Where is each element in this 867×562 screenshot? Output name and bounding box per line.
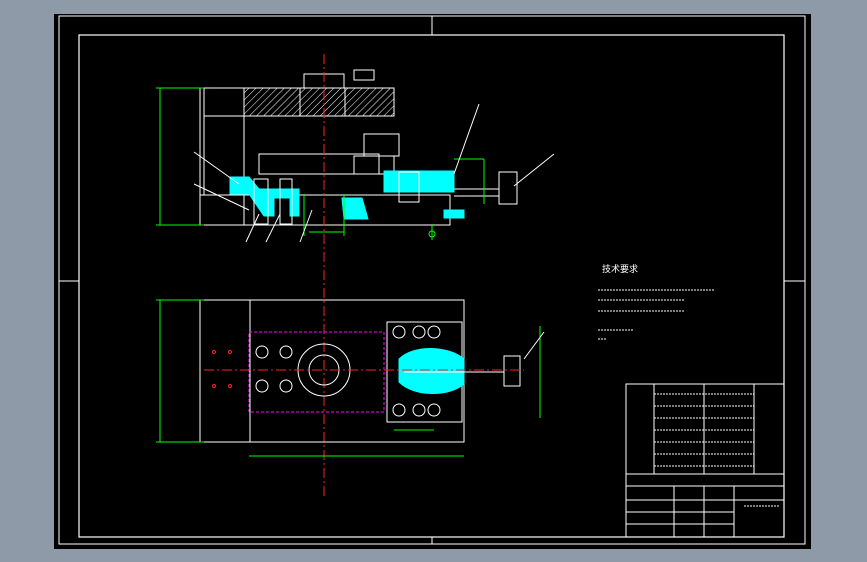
clamp-jaw-cyan (398, 348, 465, 394)
technical-notes: 技术要求 (598, 263, 714, 340)
notes-heading: 技术要求 (602, 263, 638, 275)
front-view (156, 69, 555, 243)
base-body (199, 194, 451, 226)
outer-border (58, 15, 806, 545)
cad-viewport[interactable]: 技术要求 (54, 14, 811, 549)
adjusting-knob (498, 171, 518, 205)
top-view (156, 299, 545, 457)
inner-frame (78, 34, 785, 538)
clamp-plate-hatched (243, 87, 395, 117)
locating-pin-cyan (229, 176, 300, 217)
drawing-sheet: 技术要求 (58, 15, 806, 545)
title-block (625, 383, 785, 538)
